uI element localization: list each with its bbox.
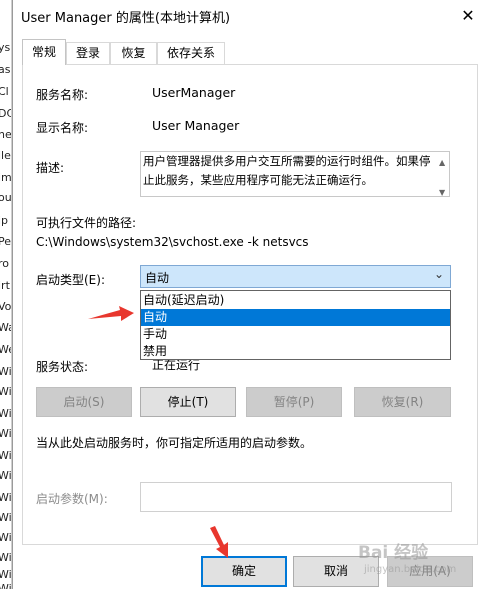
background-list-item: Wi	[0, 449, 12, 462]
background-list-item: ro	[0, 257, 10, 270]
background-list-item: We	[0, 341, 11, 359]
tab-label: 恢复	[121, 46, 146, 60]
option-manual[interactable]: 手动	[141, 326, 450, 343]
watermark-url: jingyan.baidu.com	[364, 564, 457, 575]
description-box[interactable]: 用户管理器提供多用户交互所需要的运行时组件。如果停止此服务，某些应用程序可能无法…	[140, 151, 450, 197]
startup-type-select[interactable]: 自动 ⌄	[140, 265, 451, 288]
tab-general[interactable]: 常规	[22, 39, 66, 65]
description-scrollbar[interactable]: ▲ ▼	[436, 153, 449, 196]
background-list-item: Wi	[0, 551, 12, 564]
background-list-item: im	[0, 171, 12, 184]
start-params-label: 启动参数(M):	[36, 492, 108, 506]
background-list-item: Wi	[0, 491, 12, 504]
background-list-item: Pe	[0, 235, 12, 248]
background-list-item: Cl	[0, 85, 9, 98]
background-list-item: Wi	[0, 385, 12, 398]
watermark-brand: Bai 经验	[358, 543, 429, 563]
background-list-item: Wi	[0, 531, 12, 544]
dialog-title: User Manager 的属性(本地计算机)	[21, 11, 231, 26]
background-list-item: as	[0, 63, 11, 76]
close-icon: ✕	[461, 6, 475, 25]
baidu-watermark: Bai 经验 jingyan.baidu.com	[358, 538, 478, 586]
background-list-item: irt	[0, 279, 10, 292]
scroll-down-icon[interactable]: ▼	[439, 183, 445, 196]
background-list-item: Wi	[0, 365, 12, 378]
resume-button[interactable]: 恢复(R)	[354, 387, 451, 417]
service-status-label: 服务状态:	[36, 360, 89, 374]
startup-type-dropdown: 自动(延迟启动) 自动 手动 禁用	[140, 290, 451, 360]
service-name-label: 服务名称:	[36, 88, 89, 102]
tab-label: 依存关系	[166, 46, 215, 60]
ok-button[interactable]: 确定	[201, 556, 287, 587]
tab-logon[interactable]: 登录	[66, 42, 110, 64]
service-name-value: UserManager	[152, 85, 236, 100]
background-list-item: ou	[0, 191, 12, 204]
background-list-item: Wi	[0, 407, 12, 420]
exe-path-label: 可执行文件的路径:	[36, 216, 137, 230]
description-text: 用户管理器提供多用户交互所需要的运行时组件。如果停止此服务，某些应用程序可能无法…	[143, 154, 431, 187]
background-window-strip: ys as Cl DC he ile im ou ip Pe ro irt Vol Wa We Wi Wi Wi W…	[0, 0, 12, 589]
close-button[interactable]: ✕	[456, 4, 480, 28]
background-list-item: Wi	[0, 427, 12, 440]
background-list-item: ys	[0, 41, 11, 54]
background-list-item: Wi	[0, 469, 12, 482]
background-list-item: he	[0, 128, 12, 141]
background-list-item: Vol	[0, 300, 12, 313]
exe-path-value: C:\Windows\system32\svchost.exe -k netsv…	[36, 235, 309, 249]
properties-dialog: User Manager 的属性(本地计算机) ✕ 常规 登录 恢复 依存关系 …	[12, 0, 486, 589]
tab-recovery[interactable]: 恢复	[110, 42, 157, 64]
stop-button[interactable]: 停止(T)	[140, 387, 236, 417]
background-list-item: ile	[0, 149, 11, 162]
title-bar[interactable]: User Manager 的属性(本地计算机) ✕	[13, 0, 486, 32]
display-name-value: User Manager	[152, 118, 240, 133]
tab-dependencies[interactable]: 依存关系	[157, 42, 225, 64]
start-button[interactable]: 启动(S)	[36, 387, 132, 417]
startup-type-selected: 自动	[145, 271, 170, 285]
background-list-item: DC	[0, 105, 11, 123]
tab-label: 常规	[31, 45, 56, 59]
scroll-up-icon[interactable]: ▲	[439, 153, 445, 172]
option-auto-delayed[interactable]: 自动(延迟启动)	[141, 292, 450, 309]
description-label: 描述:	[36, 161, 65, 175]
background-list-item: ip	[0, 214, 9, 227]
startup-type-label: 启动类型(E):	[36, 273, 105, 287]
background-list-item: Wi	[0, 582, 12, 589]
background-list-item: Wa	[0, 319, 11, 337]
tab-label: 登录	[75, 46, 100, 60]
chevron-down-icon: ⌄	[434, 267, 445, 281]
background-list-item: Wi	[0, 511, 12, 524]
display-name-label: 显示名称:	[36, 121, 89, 135]
annotation-arrow-down-icon	[210, 526, 228, 558]
start-params-input[interactable]	[140, 482, 452, 512]
option-auto[interactable]: 自动	[141, 309, 450, 326]
annotation-arrow-icon	[88, 306, 134, 321]
option-disabled[interactable]: 禁用	[141, 343, 450, 360]
start-params-hint: 当从此处启动服务时，你可指定所适用的启动参数。	[36, 436, 313, 450]
pause-button[interactable]: 暂停(P)	[246, 387, 342, 417]
